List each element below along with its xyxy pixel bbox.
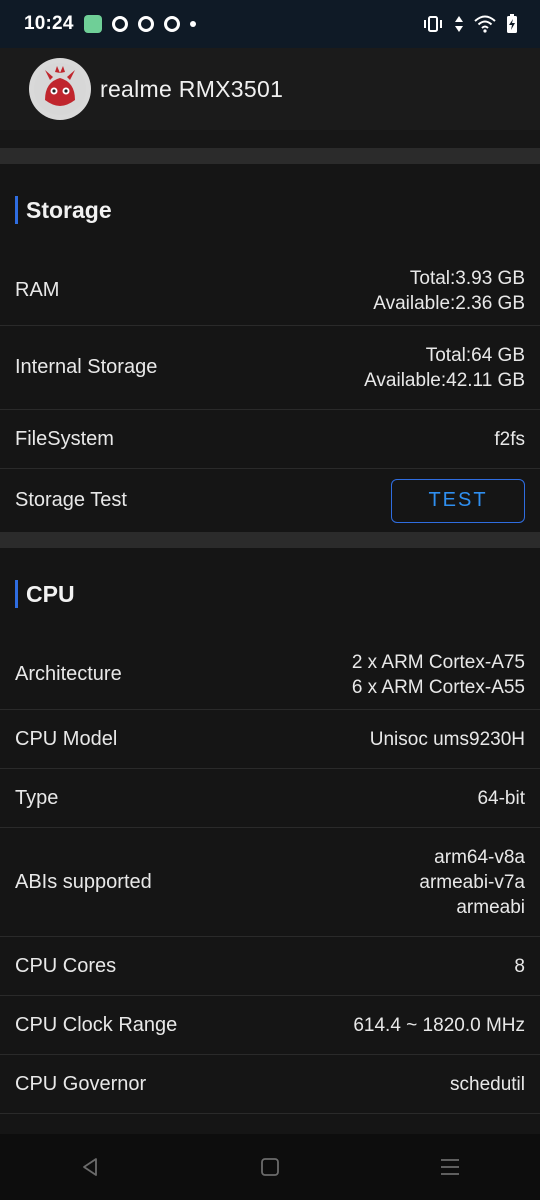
cpu-governor-value: schedutil — [450, 1073, 525, 1095]
recents-icon — [441, 1159, 459, 1175]
status-bar: 10:24 — [0, 0, 540, 48]
cpu-cores-row: CPU Cores 8 — [0, 937, 540, 996]
abi-item: armeabi — [456, 896, 525, 918]
cpu-governor-row: CPU Governor schedutil — [0, 1055, 540, 1114]
antutu-logo — [29, 58, 91, 120]
type-label: Type — [15, 786, 59, 809]
status-time: 10:24 — [24, 13, 74, 34]
battery-icon — [507, 14, 517, 33]
more-notifications-icon — [189, 21, 196, 27]
cpu-clock-value: 614.4 ~ 1820.0 MHz — [353, 1014, 525, 1036]
section-accent-bar — [15, 196, 18, 224]
type-value: 64-bit — [477, 787, 525, 809]
abis-row: ABIs supported arm64-v8a armeabi-v7a arm… — [0, 828, 540, 937]
architecture-line-2: 6 x ARM Cortex-A55 — [351, 676, 525, 698]
internal-storage-value: Total:64 GB Available:42.11 GB — [364, 343, 525, 393]
vibrate-icon — [424, 16, 442, 32]
filesystem-value: f2fs — [494, 428, 525, 450]
internal-storage-total: Total:64 GB — [425, 344, 525, 366]
notification-icon — [111, 16, 128, 32]
architecture-label: Architecture — [15, 663, 122, 685]
cpu-section-title: CPU — [26, 580, 75, 607]
cpu-section-header: CPU — [0, 548, 540, 640]
back-button[interactable] — [60, 1147, 120, 1187]
architecture-line-1: 2 x ARM Cortex-A75 — [351, 651, 525, 673]
wifi-icon — [474, 15, 496, 33]
app-notification-icon — [83, 15, 102, 33]
abis-value: arm64-v8a armeabi-v7a armeabi — [419, 845, 525, 920]
recents-button[interactable] — [420, 1147, 480, 1187]
ram-row: RAM Total:3.93 GB Available:2.36 GB — [0, 256, 540, 326]
notification-icon — [163, 16, 180, 32]
filesystem-label: FileSystem — [15, 427, 114, 450]
cpu-governor-label: CPU Governor — [15, 1072, 147, 1095]
storage-section-header: Storage — [0, 164, 540, 256]
internal-storage-row: Internal Storage Total:64 GB Available:4… — [0, 326, 540, 410]
ram-label: RAM — [15, 279, 60, 301]
cpu-cores-label: CPU Cores — [15, 954, 117, 977]
cpu-model-label: CPU Model — [15, 727, 118, 750]
section-divider — [0, 532, 540, 548]
storage-test-button[interactable]: TEST — [391, 478, 525, 523]
storage-test-row: Storage Test TEST — [0, 469, 540, 532]
storage-test-label: Storage Test — [15, 489, 127, 511]
section-divider — [0, 148, 540, 164]
architecture-value: 2 x ARM Cortex-A75 6 x ARM Cortex-A55 — [352, 650, 525, 700]
notification-icon — [137, 16, 154, 32]
abi-item: armeabi-v7a — [419, 871, 525, 893]
home-icon — [261, 1158, 279, 1176]
home-button[interactable] — [240, 1147, 300, 1187]
navigation-bar — [0, 1134, 540, 1200]
device-name: realme RMX3501 — [100, 75, 284, 102]
internal-storage-label: Internal Storage — [15, 356, 158, 378]
architecture-row: Architecture 2 x ARM Cortex-A75 6 x ARM … — [0, 640, 540, 710]
filesystem-row: FileSystem f2fs — [0, 410, 540, 469]
app-header: realme RMX3501 — [0, 48, 540, 130]
status-bar-left: 10:24 — [24, 13, 196, 35]
data-arrows-icon — [455, 16, 463, 32]
ram-total: Total:3.93 GB — [409, 267, 525, 289]
storage-section: Storage RAM Total:3.93 GB Available:2.36… — [0, 164, 540, 532]
cpu-cores-value: 8 — [514, 955, 525, 977]
cpu-section: CPU Architecture 2 x ARM Cortex-A75 6 x … — [0, 548, 540, 1134]
cpu-model-value: Unisoc ums9230H — [369, 728, 525, 750]
storage-section-title: Storage — [26, 196, 112, 223]
ram-value: Total:3.93 GB Available:2.36 GB — [373, 266, 525, 316]
abi-item: arm64-v8a — [434, 846, 525, 868]
abis-label: ABIs supported — [15, 870, 152, 893]
ram-available: Available:2.36 GB — [373, 292, 525, 314]
internal-storage-available: Available:42.11 GB — [364, 369, 525, 391]
cpu-model-row: CPU Model Unisoc ums9230H — [0, 710, 540, 769]
cpu-clock-row: CPU Clock Range 614.4 ~ 1820.0 MHz — [0, 996, 540, 1055]
back-icon — [83, 1158, 97, 1176]
previous-content-edge — [0, 130, 540, 148]
type-row: Type 64-bit — [0, 769, 540, 828]
status-bar-right — [422, 14, 518, 34]
cpu-clock-label: CPU Clock Range — [15, 1013, 178, 1036]
section-accent-bar — [15, 580, 18, 608]
